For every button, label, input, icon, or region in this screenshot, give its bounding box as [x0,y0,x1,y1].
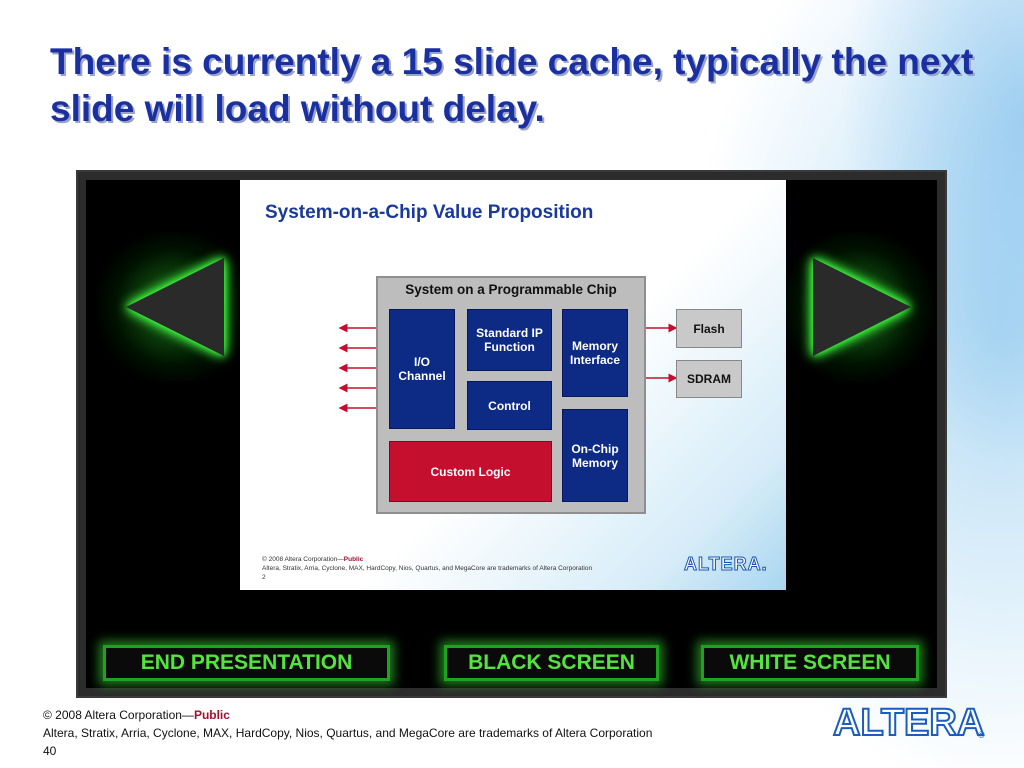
onchip-memory-block: On-Chip Memory [562,409,628,502]
thumbnail-footer: © 2008 Altera Corporation—Public Altera,… [262,555,592,582]
left-triangle-icon [126,258,224,356]
footer-page-number: 40 [43,744,57,758]
io-channel-block: I/O Channel [389,309,455,429]
thumbnail-altera-logo: ALTERA. [684,554,768,575]
slide-footer: © 2008 Altera Corporation—Public Altera,… [43,706,652,760]
sdram-block: SDRAM [676,360,742,398]
registered-mark: ® [978,730,985,740]
custom-logic-block: Custom Logic [389,441,552,502]
footer-public-label: Public [193,708,230,722]
memory-interface-block: Memory Interface [562,309,628,397]
control-block: Control [467,381,552,430]
thumbnail-copyright: © 2008 Altera Corporation— [262,556,344,563]
thumbnail-public-label: Public [343,556,364,563]
slide-title: There is currently a 15 slide cache, typ… [50,41,974,129]
thumbnail-trademarks: Altera, Stratix, Arria, Cyclone, MAX, Ha… [262,565,593,572]
previous-slide-button[interactable] [98,232,248,382]
next-slide-button[interactable] [783,232,933,382]
white-screen-button[interactable]: WHITE SCREEN [701,645,919,681]
right-triangle-icon [813,258,911,356]
footer-trademarks: Altera, Stratix, Arria, Cyclone, MAX, Ha… [43,726,653,740]
chip-title: System on a Programmable Chip [405,282,617,297]
footer-copyright: © 2008 Altera Corporation— [43,708,194,722]
slide-player: System-on-a-Chip Value Proposition Syste… [76,170,947,698]
black-screen-button[interactable]: BLACK SCREEN [444,645,659,681]
end-presentation-button[interactable]: END PRESENTATION [103,645,390,681]
slide-thumbnail: System-on-a-Chip Value Proposition Syste… [240,180,786,590]
flash-block: Flash [676,309,742,348]
thumbnail-page-number: 2 [262,574,266,581]
altera-logo: ALTERA [832,701,985,745]
standard-ip-block: Standard IP Function [467,309,552,371]
